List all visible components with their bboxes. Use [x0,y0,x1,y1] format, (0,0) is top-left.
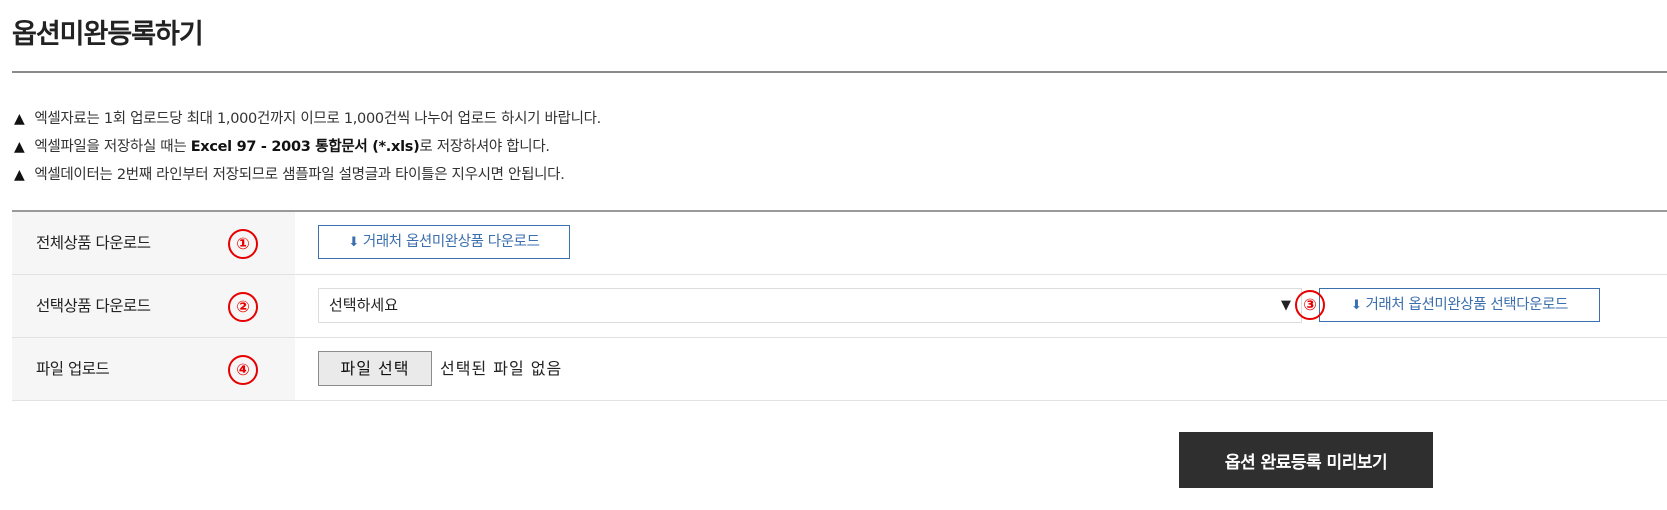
notice-item: ▲ 엑셀자료는 1회 업로드당 최대 1,000건까지 이므로 1,000건씩 … [14,105,601,133]
file-select-button[interactable]: 파일 선택 [318,351,432,386]
notice-emphasis: Excel 97 - 2003 통합문서 (*.xls) [190,139,420,155]
product-select-value: 선택하세요 [329,296,399,314]
download-icon: ⬇ [1350,298,1362,313]
download-selected-button[interactable]: ⬇ 거래처 옵션미완상품 선택다운로드 [1319,288,1600,322]
warning-icon: ▲ [14,111,25,127]
download-all-label: 거래처 옵션미완상품 다운로드 [362,234,540,250]
notice-list: ▲ 엑셀자료는 1회 업로드당 최대 1,000건까지 이므로 1,000건씩 … [14,105,601,189]
notice-text: 엑셀파일을 저장하실 때는 [34,139,191,155]
chevron-down-icon: ▼ [1281,298,1291,313]
step-marker-4: ④ [228,355,258,385]
notice-text: 엑셀데이터는 2번째 라인부터 저장되므로 샘플파일 설명글과 타이틀은 지우시… [34,167,565,183]
preview-button[interactable]: 옵션 완료등록 미리보기 [1179,432,1433,488]
row-file-upload: 파일 업로드 ④ 파일 선택 선택된 파일 없음 [12,338,1667,401]
title-divider [12,71,1667,73]
notice-text-tail: 로 저장하셔야 합니다. [419,139,550,155]
page-title: 옵션미완등록하기 [12,19,204,50]
notice-item: ▲ 엑셀데이터는 2번째 라인부터 저장되므로 샘플파일 설명글과 타이틀은 지… [14,161,601,189]
step-marker-2: ② [228,292,258,322]
download-all-button[interactable]: ⬇ 거래처 옵션미완상품 다운로드 [318,225,570,259]
warning-icon: ▲ [14,139,25,155]
step-marker-1: ① [228,229,258,259]
notice-text: 엑셀자료는 1회 업로드당 최대 1,000건까지 이므로 1,000건씩 나누… [34,111,601,127]
notice-item: ▲ 엑셀파일을 저장하실 때는 Excel 97 - 2003 통합문서 (*.… [14,133,601,161]
download-icon: ⬇ [348,235,359,250]
row-all-download: 전체상품 다운로드 ① ⬇ 거래처 옵션미완상품 다운로드 [12,212,1667,275]
download-selected-label: 거래처 옵션미완상품 선택다운로드 [1365,297,1569,313]
product-select[interactable]: 선택하세요 ▼ [318,288,1302,323]
row-selected-download: 선택상품 다운로드 ② 선택하세요 ▼ ⬇ 거래처 옵션미완상품 선택다운로드 ③ [12,275,1667,338]
file-status-text: 선택된 파일 없음 [440,359,563,378]
warning-icon: ▲ [14,167,25,183]
step-marker-3: ③ [1295,290,1325,320]
